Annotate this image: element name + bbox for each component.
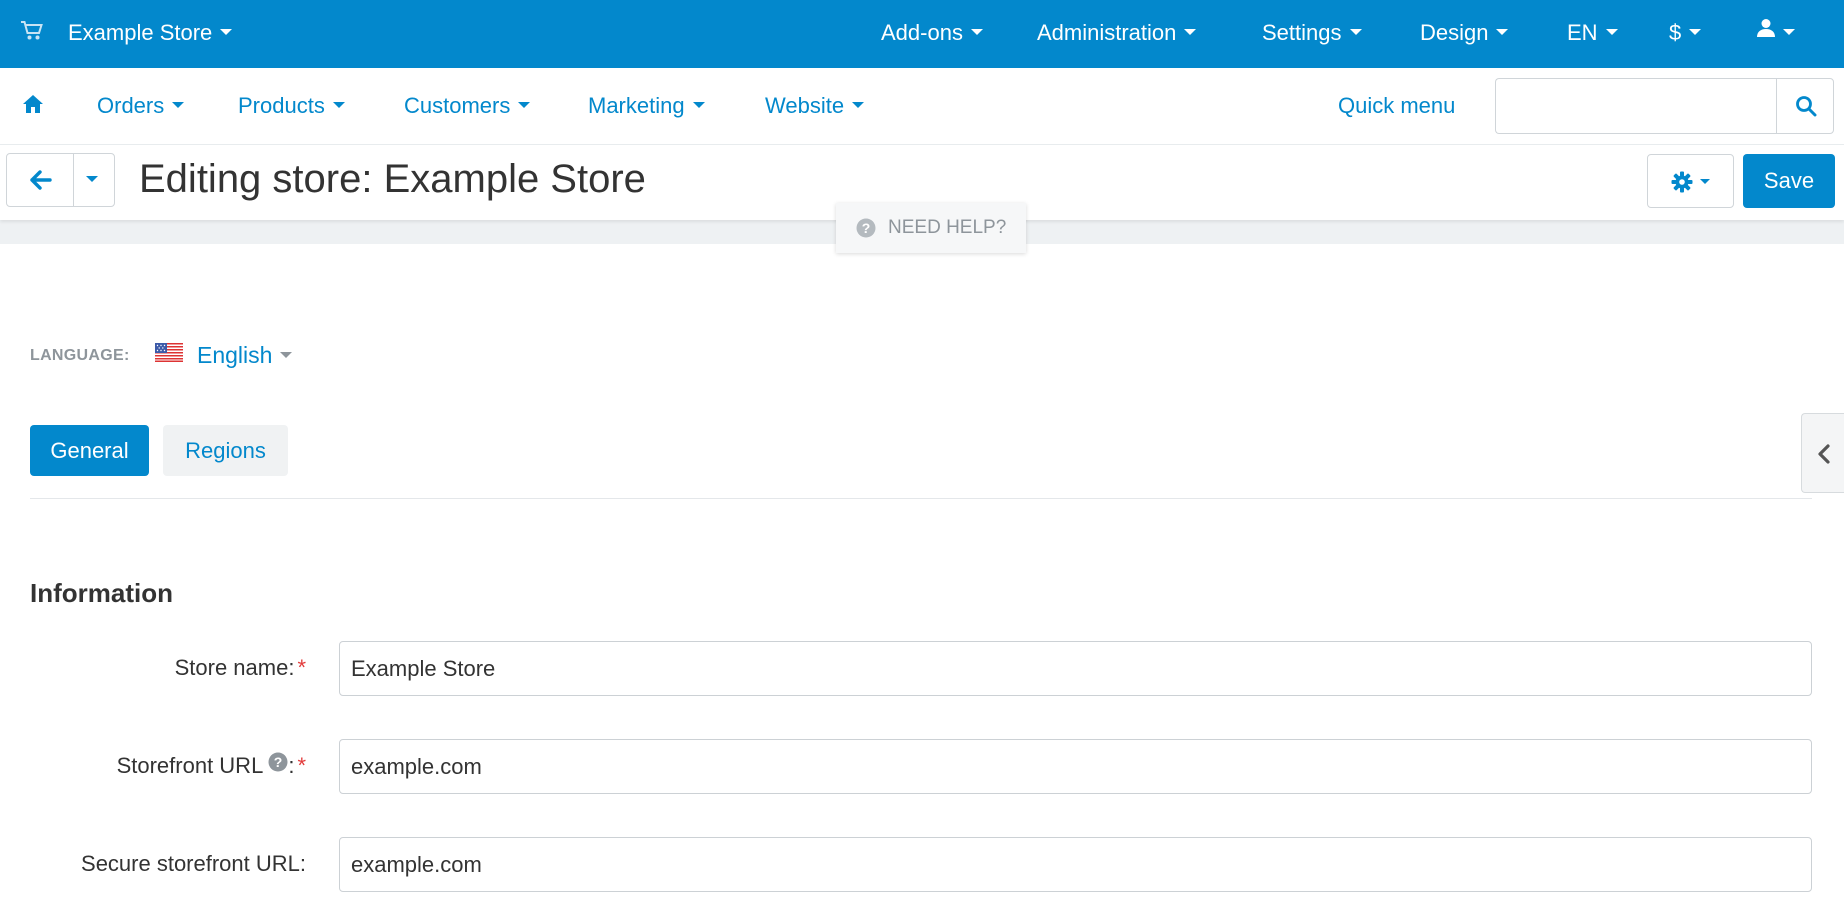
chevron-down-icon <box>518 102 531 109</box>
store-name-label-text: Store name: <box>174 655 295 680</box>
chevron-down-icon <box>1605 29 1618 36</box>
settings-dropdown-button[interactable] <box>1647 154 1734 208</box>
back-button[interactable] <box>7 154 74 206</box>
chevron-down-icon <box>1689 29 1702 36</box>
chevron-left-icon <box>1818 444 1830 464</box>
chevron-down-icon <box>172 102 185 109</box>
language-label: LANGUAGE: <box>30 347 130 364</box>
menu-language[interactable]: EN <box>1567 20 1618 46</box>
back-dropdown-toggle[interactable] <box>74 154 115 206</box>
question-circle-icon: ? <box>856 218 876 238</box>
chevron-down-icon <box>1700 179 1710 184</box>
chevron-down-icon <box>1783 29 1795 36</box>
store-name: Example Store <box>68 20 213 45</box>
language-select[interactable]: English <box>197 342 293 369</box>
menu-addons-label: Add-ons <box>881 20 963 45</box>
menu-addons[interactable]: Add-ons <box>881 20 983 46</box>
home-icon[interactable] <box>22 94 44 119</box>
required-marker: * <box>297 753 306 778</box>
chevron-down-icon <box>220 29 233 36</box>
top-bar: Example Store Add-ons Administration Set… <box>0 0 1844 68</box>
chevron-down-icon <box>1184 29 1197 36</box>
chevron-down-icon <box>970 29 983 36</box>
label-colon: : <box>288 753 295 778</box>
required-marker: * <box>297 655 306 680</box>
main-navigation: Orders Products Customers Marketing Webs… <box>0 68 1844 145</box>
menu-currency[interactable]: $ <box>1669 20 1702 46</box>
menu-administration-label: Administration <box>1037 20 1177 45</box>
arrow-left-icon <box>30 170 52 190</box>
store-switcher[interactable]: Example Store <box>68 20 233 46</box>
secure-storefront-url-field[interactable] <box>339 837 1812 892</box>
chevron-down-icon <box>332 102 345 109</box>
menu-design[interactable]: Design <box>1420 20 1509 46</box>
quick-menu-link[interactable]: Quick menu <box>1338 93 1455 119</box>
tab-regions[interactable]: Regions <box>163 425 288 476</box>
search-icon <box>1796 96 1817 117</box>
menu-administration[interactable]: Administration <box>1037 20 1197 46</box>
storefront-url-label-text: Storefront URL <box>116 753 264 778</box>
storefront-url-label: Storefront URL?: * <box>116 752 306 780</box>
question-circle-icon[interactable]: ? <box>268 752 288 778</box>
need-help-label: NEED HELP? <box>888 217 1007 238</box>
store-name-label: Store name: * <box>175 655 306 681</box>
nav-products[interactable]: Products <box>238 93 345 119</box>
menu-user[interactable] <box>1757 18 1795 47</box>
nav-marketing-label: Marketing <box>588 93 685 118</box>
menu-settings-label: Settings <box>1262 20 1342 45</box>
chevron-down-icon <box>692 102 705 109</box>
nav-marketing[interactable]: Marketing <box>588 93 705 119</box>
nav-customers-label: Customers <box>404 93 511 118</box>
svg-text:?: ? <box>862 220 871 236</box>
need-help-button[interactable]: ? NEED HELP? <box>836 203 1026 253</box>
tab-general[interactable]: General <box>30 425 149 476</box>
nav-products-label: Products <box>238 93 325 118</box>
secure-storefront-url-label: Secure storefront URL: <box>81 851 306 876</box>
menu-currency-label: $ <box>1669 20 1682 45</box>
nav-orders-label: Orders <box>97 93 165 118</box>
gear-icon <box>1671 171 1693 193</box>
chevron-down-icon <box>1349 29 1362 36</box>
chevron-down-icon <box>852 102 865 109</box>
store-name-field[interactable] <box>339 641 1812 696</box>
sidebar-toggle[interactable] <box>1801 413 1844 493</box>
section-title: Information <box>30 578 173 608</box>
chevron-down-icon <box>280 351 293 358</box>
nav-website[interactable]: Website <box>765 93 865 119</box>
user-icon <box>1757 18 1775 44</box>
nav-customers[interactable]: Customers <box>404 93 531 119</box>
search-button[interactable] <box>1776 78 1834 134</box>
storefront-url-field[interactable] <box>339 739 1812 794</box>
menu-language-label: EN <box>1567 20 1598 45</box>
svg-text:?: ? <box>274 754 283 770</box>
nav-orders[interactable]: Orders <box>97 93 185 119</box>
chevron-down-icon <box>86 176 98 182</box>
us-flag-icon <box>155 343 183 362</box>
page-title: Editing store: Example Store <box>139 157 646 201</box>
cart-icon[interactable] <box>20 20 44 42</box>
menu-settings[interactable]: Settings <box>1262 20 1362 46</box>
search-input[interactable] <box>1495 78 1777 134</box>
menu-design-label: Design <box>1420 20 1489 45</box>
nav-website-label: Website <box>765 93 845 118</box>
tabs-divider <box>30 498 1812 499</box>
back-button-group <box>6 153 115 207</box>
chevron-down-icon <box>1496 29 1509 36</box>
save-button[interactable]: Save <box>1743 154 1835 208</box>
language-value: English <box>197 342 273 368</box>
